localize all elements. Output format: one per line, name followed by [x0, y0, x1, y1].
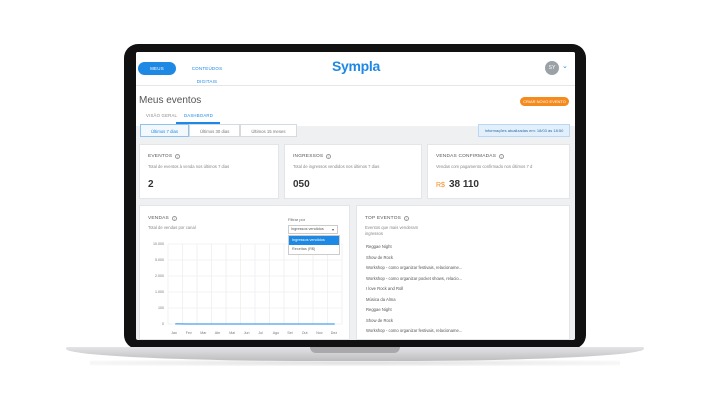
- nav-conteudos-digitais[interactable]: CONTEÚDOS DIGITAIS: [184, 62, 230, 84]
- info-icon[interactable]: i: [404, 216, 410, 221]
- x-tick-label: Fev: [185, 331, 192, 335]
- x-tick-label: Dez: [330, 331, 338, 335]
- period-30-days[interactable]: Últimos 30 dias: [188, 124, 241, 137]
- info-icon[interactable]: i: [499, 154, 505, 159]
- card-value: 050: [293, 179, 310, 190]
- x-tick-label: Jul: [258, 331, 263, 335]
- x-tick-label: Set: [287, 331, 293, 335]
- top-event-item[interactable]: I love Rock and Roll: [366, 286, 403, 291]
- avatar[interactable]: SY: [545, 61, 559, 75]
- x-tick-label: Jun: [243, 331, 250, 335]
- card-subtitle: Total de ingressos vendidos nos últimos …: [293, 164, 380, 169]
- top-events-title: TOP EVENTOS i: [365, 216, 410, 221]
- x-tick-label: Ago: [272, 331, 280, 335]
- card-vendas-confirmadas: VENDAS CONFIRMADAS i Vendas com pagamento…: [427, 144, 570, 199]
- laptop-notch: [310, 347, 400, 353]
- card-subtitle: Total de eventos à venda nos últimos 7 d…: [148, 164, 230, 169]
- top-event-item[interactable]: Show de Rock: [366, 318, 393, 323]
- info-icon[interactable]: i: [175, 154, 181, 159]
- card-top-events: TOP EVENTOS i Eventos que mais venderam i…: [356, 205, 570, 340]
- create-event-button[interactable]: CRIAR NOVO EVENTO: [520, 97, 569, 106]
- tab-dashboard[interactable]: DASHBOARD: [184, 113, 213, 118]
- dropdown-option[interactable]: Ingressos vendidos: [289, 236, 339, 245]
- top-event-item[interactable]: Reggae Night: [366, 307, 392, 312]
- x-tick-label: Mar: [200, 331, 207, 335]
- sales-line-chart: [167, 243, 343, 325]
- x-tick-label: Abr: [214, 331, 221, 335]
- card-value: 2: [148, 179, 154, 190]
- top-event-item[interactable]: Workshop - como organizar festivais, rel…: [366, 328, 462, 333]
- period-7-days[interactable]: Últimos 7 dias: [140, 124, 189, 137]
- tab-visao-geral[interactable]: VISÃO GERAL: [146, 113, 177, 118]
- page-header: Meus eventos CRIAR NOVO EVENTO VISÃO GER…: [136, 86, 575, 126]
- card-subtitle: Vendas com pagamento confirmado nos últi…: [436, 164, 533, 169]
- card-title: INGRESSOS i: [293, 154, 332, 159]
- card-eventos: EVENTOS i Total de eventos à venda nos úl…: [139, 144, 279, 199]
- card-title: EVENTOS i: [148, 154, 181, 159]
- period-15-months[interactable]: Últimos 15 meses: [240, 124, 297, 137]
- app-screen: MEUS EVENTOS CONTEÚDOS DIGITAIS Sympla S…: [136, 52, 575, 340]
- nav-meus-eventos[interactable]: MEUS EVENTOS: [138, 62, 176, 84]
- sympla-logo[interactable]: Sympla: [332, 58, 380, 74]
- dropdown-option[interactable]: Receitas (R$): [289, 245, 339, 254]
- top-event-item[interactable]: Show de Rock: [366, 255, 393, 260]
- x-tick-label: Out: [301, 331, 308, 335]
- chevron-down-icon[interactable]: ⌄: [562, 62, 568, 70]
- top-events-subtitle: Eventos que mais venderam ingressos: [365, 225, 419, 236]
- card-value: R$ 38 110: [436, 179, 479, 190]
- card-sales-chart: VENDAS i Total de vendas por canal Filtra…: [139, 205, 350, 340]
- top-bar: MEUS EVENTOS CONTEÚDOS DIGITAIS Sympla S…: [136, 52, 575, 86]
- top-event-item[interactable]: Reggae Night: [366, 244, 392, 249]
- top-event-item[interactable]: Música da Alma: [366, 297, 396, 302]
- x-tick-label: Jan: [171, 331, 178, 335]
- card-title: VENDAS CONFIRMADAS i: [436, 154, 505, 159]
- page-title: Meus eventos: [139, 95, 202, 106]
- currency-symbol: R$: [436, 182, 445, 189]
- metric-dropdown: Ingressos vendidos Receitas (R$): [288, 235, 340, 255]
- period-filter: Últimos 7 dias Últimos 30 dias Últimos 1…: [140, 124, 297, 137]
- top-event-item[interactable]: Workshop - como organizar festivais, rel…: [366, 265, 462, 270]
- x-tick-label: Nov: [316, 331, 323, 335]
- x-tick-label: Mai: [229, 331, 236, 335]
- top-event-item[interactable]: Workshop - como organizar pocket shows, …: [366, 276, 462, 281]
- card-ingressos: INGRESSOS i Total de ingressos vendidos n…: [284, 144, 422, 199]
- info-icon[interactable]: i: [326, 154, 332, 159]
- updated-info: Informações atualizadas em: 18/03 às 18:…: [478, 124, 570, 137]
